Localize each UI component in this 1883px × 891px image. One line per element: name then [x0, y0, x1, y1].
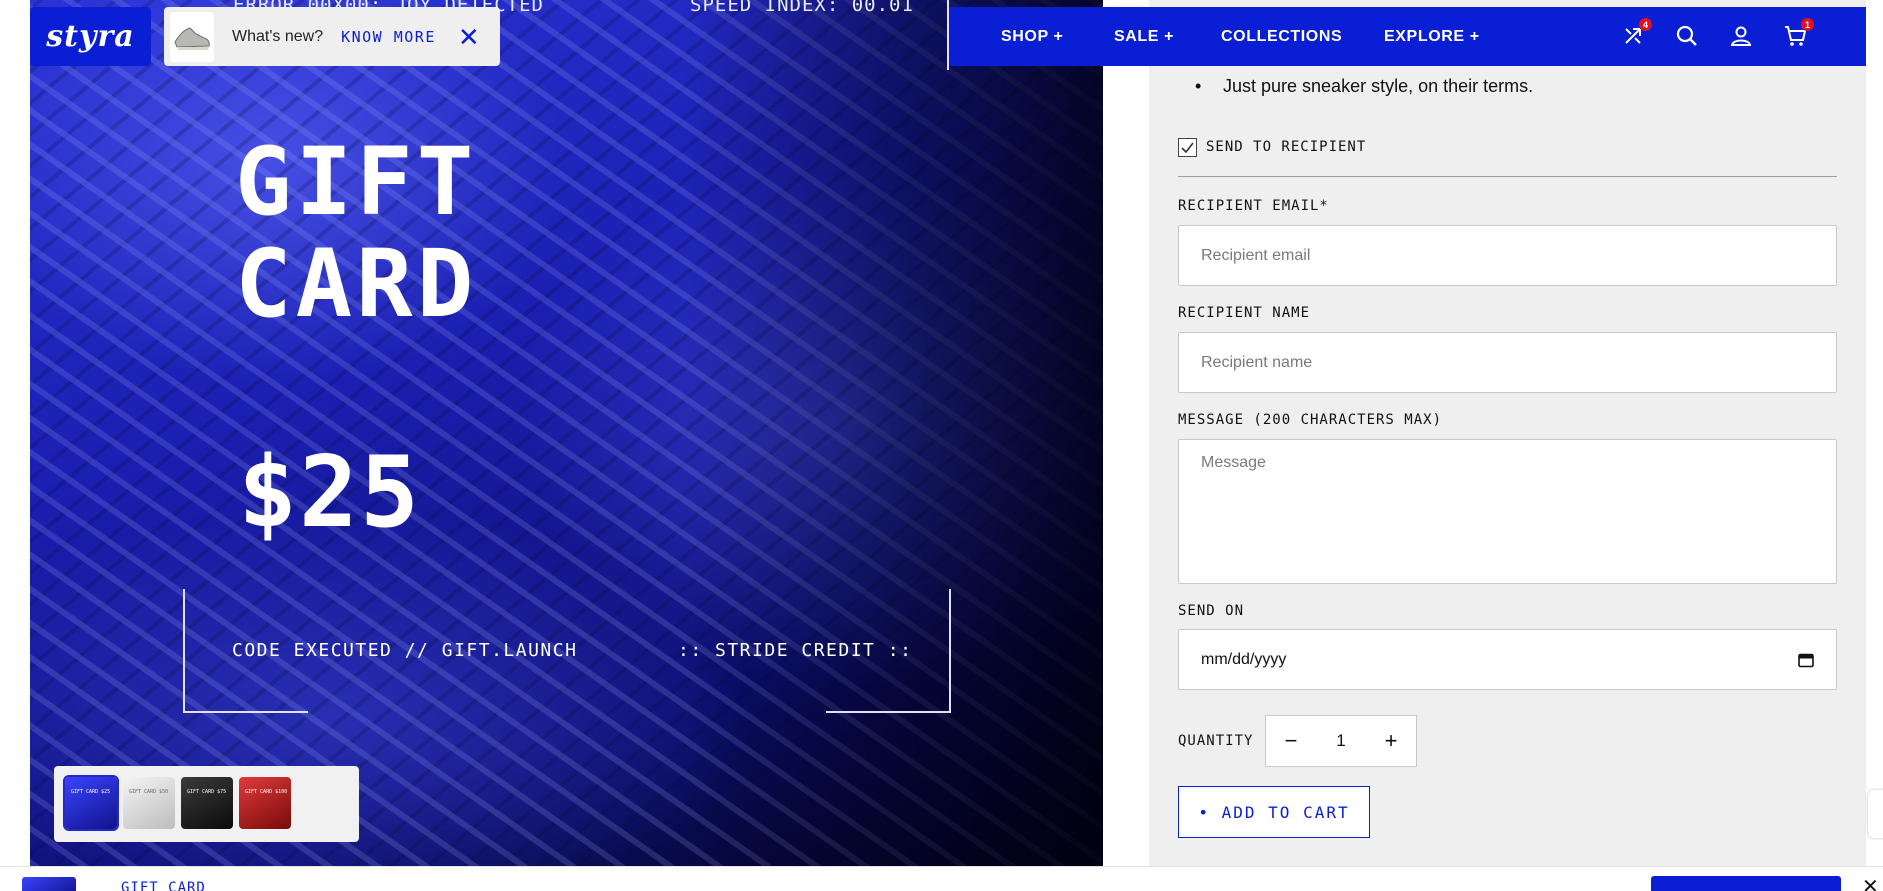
- close-icon[interactable]: ✕: [458, 24, 480, 50]
- product-form-panel: [1149, 0, 1866, 866]
- feature-bullet: Just pure sneaker style, on their terms.: [1195, 76, 1533, 97]
- recipient-name-label: RECIPIENT NAME: [1178, 305, 1311, 321]
- main-nav: SHOP + SALE + COLLECTIONS EXPLORE + 4 1: [949, 7, 1866, 66]
- quantity-stepper: − 1 +: [1265, 715, 1417, 767]
- quantity-decrement-button[interactable]: −: [1278, 728, 1304, 754]
- thumbnail-white[interactable]: GIFT CARD $50: [123, 777, 175, 829]
- promo-sneaker-thumbnail: [170, 11, 214, 62]
- compare-icon[interactable]: 4: [1618, 18, 1652, 51]
- recipient-email-input[interactable]: [1178, 225, 1837, 286]
- thumbnail-blue[interactable]: GIFT CARD $25: [63, 775, 119, 831]
- add-to-cart-button[interactable]: • ADD TO CART: [1178, 786, 1370, 838]
- side-feedback-tab[interactable]: [1868, 790, 1883, 838]
- sticky-add-to-cart-bar: GIFT CARD ✕: [0, 866, 1883, 891]
- sticky-product-title: GIFT CARD: [121, 880, 206, 891]
- hero-amount: $25: [238, 436, 422, 550]
- search-icon[interactable]: [1672, 21, 1702, 51]
- thumbnail-label: GIFT CARD $100: [245, 789, 288, 795]
- thumbnail-label: GIFT CARD $75: [187, 789, 227, 795]
- sticky-product-thumbnail: [22, 877, 76, 891]
- cart-badge: 1: [1801, 18, 1814, 31]
- logo[interactable]: styra: [30, 7, 151, 66]
- thumbnail-label: GIFT CARD $25: [71, 789, 111, 795]
- quantity-increment-button[interactable]: +: [1378, 728, 1404, 754]
- nav-shop[interactable]: SHOP +: [1001, 28, 1063, 46]
- sticky-add-to-cart-button[interactable]: [1651, 876, 1841, 891]
- nav-explore[interactable]: EXPLORE +: [1384, 28, 1480, 46]
- form-divider: [1178, 176, 1837, 177]
- close-icon[interactable]: ✕: [1862, 877, 1879, 891]
- send-to-recipient-label[interactable]: SEND TO RECIPIENT: [1206, 139, 1366, 155]
- send-to-recipient-checkbox[interactable]: [1178, 138, 1197, 157]
- thumbnail-red[interactable]: GIFT CARD $100: [239, 777, 291, 829]
- sneaker-icon: [174, 26, 210, 50]
- hero-shadow: [683, 0, 1103, 866]
- date-placeholder: mm/dd/yyyy: [1201, 650, 1287, 668]
- quantity-value[interactable]: 1: [1336, 731, 1345, 751]
- gift-card-hero-image: [30, 0, 1103, 866]
- nav-collections[interactable]: COLLECTIONS: [1221, 28, 1342, 46]
- promo-text: What's new?: [232, 27, 324, 45]
- hero-title-line1: GIFT: [235, 128, 478, 237]
- user-icon[interactable]: [1726, 21, 1756, 51]
- checkmark-icon: [1181, 142, 1194, 153]
- know-more-link[interactable]: KNOW MORE: [341, 28, 436, 46]
- thumbnail-strip: GIFT CARD $25 GIFT CARD $50 GIFT CARD $7…: [54, 766, 359, 842]
- send-on-label: SEND ON: [1178, 603, 1245, 619]
- send-on-date-input[interactable]: mm/dd/yyyy: [1178, 629, 1837, 690]
- message-textarea[interactable]: [1178, 439, 1837, 584]
- hero-title: GIFT CARD: [235, 132, 477, 336]
- compare-badge: 4: [1639, 18, 1652, 31]
- nav-sale[interactable]: SALE +: [1114, 28, 1174, 46]
- hero-speed-text: SPEED INDEX: 00.01: [690, 0, 914, 16]
- recipient-email-label: RECIPIENT EMAIL*: [1178, 198, 1329, 214]
- recipient-name-input[interactable]: [1178, 332, 1837, 393]
- hero-code-text: CODE EXECUTED // GIFT.LAUNCH: [232, 640, 578, 661]
- logo-text: styra: [46, 19, 135, 54]
- hero-stride-text: :: STRIDE CREDIT ::: [678, 640, 913, 661]
- cart-icon[interactable]: 1: [1780, 18, 1814, 51]
- whats-new-banner: What's new? KNOW MORE ✕: [164, 7, 500, 66]
- hero-title-line2: CARD: [235, 230, 478, 339]
- thumbnail-label: GIFT CARD $50: [129, 789, 169, 795]
- message-label: MESSAGE (200 CHARACTERS MAX): [1178, 412, 1443, 428]
- quantity-label: QUANTITY: [1178, 733, 1254, 749]
- thumbnail-black[interactable]: GIFT CARD $75: [181, 777, 233, 829]
- calendar-icon[interactable]: [1798, 652, 1814, 668]
